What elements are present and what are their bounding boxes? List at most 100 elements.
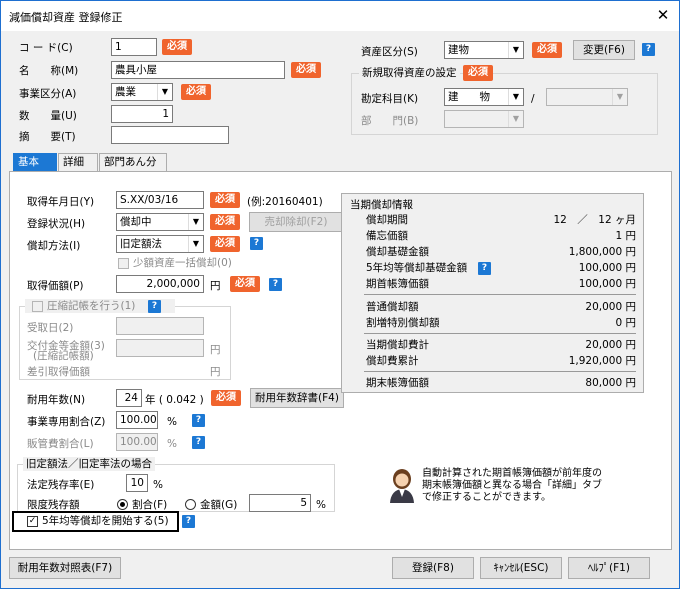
five-year-checkbox[interactable]: ✓ — [27, 516, 38, 527]
compression-label: 圧縮記帳を行う(1) — [47, 300, 136, 312]
code-label: コ ー ド(C) — [19, 42, 73, 54]
ratio-radio[interactable] — [117, 499, 128, 510]
info-row-value: 20,000 円 — [585, 339, 636, 351]
yen-unit: 円 — [210, 280, 221, 292]
useful-life-table-button[interactable]: 耐用年数対照表(F7) — [9, 557, 121, 579]
help-icon[interactable]: ? — [192, 436, 205, 449]
title-bar: 減価償却資産 登録修正 ✕ — [1, 1, 679, 31]
registration-status-select[interactable]: 償却中 ▼ — [116, 213, 204, 231]
admin-ratio-input[interactable]: 100.00 — [116, 433, 158, 451]
business-ratio-input[interactable]: 100.00 — [116, 411, 158, 429]
info-row-label: 割増特別償却額 — [366, 317, 440, 329]
help-icon[interactable]: ? — [269, 278, 282, 291]
info-row: 期首帳簿価額 100,000 円 — [366, 277, 636, 292]
department-label: 部 門(B) — [361, 115, 419, 127]
legal-residual-label: 法定残存率(E) — [27, 479, 95, 491]
compression-checkbox[interactable] — [32, 301, 43, 312]
info-row-value: 100,000 円 — [578, 278, 636, 290]
amount-radio[interactable] — [185, 499, 196, 510]
register-button[interactable]: 登録(F8) — [392, 557, 474, 579]
required-badge: 必須 — [162, 39, 192, 55]
close-icon[interactable]: ✕ — [653, 4, 673, 26]
help-icon[interactable]: ? — [478, 262, 491, 275]
info-row-value: 100,000 円 — [578, 262, 636, 274]
received-date-label: 受取日(2) — [27, 322, 74, 334]
info-row-label: 5年均等償却基礎金額 — [366, 262, 468, 274]
old-method-title: 旧定額法／旧定率法の場合 — [23, 457, 155, 471]
yen-unit: 円 — [210, 344, 221, 356]
help-icon[interactable]: ? — [192, 414, 205, 427]
registration-status-value: 償却中 — [120, 216, 152, 228]
received-date-input[interactable] — [116, 317, 204, 335]
business-select[interactable]: 農業 ▼ — [111, 83, 173, 101]
tab-detail[interactable]: 詳細 — [58, 153, 98, 172]
required-badge: 必須 — [211, 390, 241, 406]
percent-unit: % — [316, 499, 326, 511]
account-sub-select[interactable]: ▼ — [546, 88, 628, 106]
business-value: 農業 — [115, 86, 136, 98]
registration-status-label: 登録状況(H) — [27, 218, 86, 230]
account-select[interactable]: 建 物 ▼ — [444, 88, 524, 106]
sell-remove-button[interactable]: 売却除却(F2) — [249, 212, 343, 232]
quantity-input[interactable]: 1 — [111, 105, 173, 123]
admin-ratio-label: 販管費割合(L) — [27, 438, 94, 450]
help-button[interactable]: ﾍﾙﾌﾟ(F1) — [568, 557, 650, 579]
required-badge: 必須 — [532, 42, 562, 58]
required-badge: 必須 — [210, 236, 240, 252]
account-separator: / — [531, 93, 535, 105]
current-depreciation-info: 当期償却情報 償却期間 12 ／ 12 ヶ月 備忘価額 1 円 償却基礎金額 1,80… — [341, 193, 644, 393]
grant-amount-input[interactable] — [116, 339, 204, 357]
amount-option-label: 金額(G) — [200, 499, 238, 511]
info-row-label: 期首帳簿価額 — [366, 278, 429, 290]
change-button[interactable]: 変更(F6) — [573, 40, 635, 60]
divider — [364, 333, 636, 334]
help-icon[interactable]: ? — [642, 43, 655, 56]
help-icon[interactable]: ? — [148, 300, 161, 313]
info-row: 割増特別償却額 0 円 — [366, 316, 636, 331]
percent-unit: % — [153, 479, 163, 491]
acquisition-price-input[interactable]: 2,000,000 — [116, 275, 204, 293]
name-input[interactable]: 農具小屋 — [111, 61, 285, 79]
cancel-button[interactable]: ｷｬﾝｾﾙ(ESC) — [480, 557, 562, 579]
acquisition-date-input[interactable]: S.XX/03/16 — [116, 191, 204, 209]
help-icon[interactable]: ? — [182, 515, 195, 528]
info-row-label: 備忘価額 — [366, 230, 408, 242]
acquisition-date-label: 取得年月日(Y) — [27, 196, 95, 208]
info-row: 償却基礎金額 1,800,000 円 — [366, 245, 636, 260]
code-input[interactable]: 1 — [111, 38, 157, 56]
required-badge: 必須 — [210, 214, 240, 230]
info-row-label: 償却基礎金額 — [366, 246, 429, 258]
chevron-down-icon: ▼ — [508, 89, 523, 105]
divider — [364, 294, 636, 295]
info-row-label: 償却期間 — [366, 214, 408, 226]
info-row-value: 20,000 円 — [585, 301, 636, 313]
account-label: 勘定科目(K) — [361, 93, 419, 105]
info-row-value: 1,800,000 円 — [568, 246, 636, 258]
summary-input[interactable] — [111, 126, 229, 144]
business-ratio-label: 事業専用割合(Z) — [27, 416, 106, 428]
useful-life-input[interactable]: 24 — [116, 389, 142, 407]
window-title: 減価償却資産 登録修正 — [9, 11, 123, 24]
asset-class-select[interactable]: 建物 ▼ — [444, 41, 524, 59]
info-row: 償却期間 12 ／ 12 ヶ月 — [366, 213, 636, 228]
tab-department-allocation[interactable]: 部門あん分 — [99, 153, 167, 172]
new-setting-title: 新規取得資産の設定 — [359, 66, 460, 80]
summary-label: 摘 要(T) — [19, 131, 76, 143]
yen-unit: 円 — [210, 366, 221, 378]
tab-basic[interactable]: 基本 — [13, 153, 57, 172]
chevron-down-icon: ▼ — [157, 84, 172, 100]
limit-residual-input[interactable]: 5 — [249, 494, 311, 512]
useful-life-dictionary-button[interactable]: 耐用年数辞書(F4) — [250, 388, 344, 408]
chevron-down-icon: ▼ — [508, 42, 523, 58]
info-row-value: 80,000 円 — [585, 377, 636, 389]
department-select[interactable]: ▼ — [444, 110, 524, 128]
legal-residual-input[interactable]: 10 — [126, 474, 148, 492]
useful-life-label: 耐用年数(N) — [27, 394, 86, 406]
percent-unit: % — [167, 438, 177, 450]
asset-class-value: 建物 — [448, 44, 469, 56]
help-icon[interactable]: ? — [250, 237, 263, 250]
small-asset-checkbox[interactable] — [118, 258, 129, 269]
info-row: 期末帳簿価額 80,000 円 — [366, 376, 636, 391]
asset-class-label: 資産区分(S) — [361, 46, 418, 58]
depreciation-method-select[interactable]: 旧定額法 ▼ — [116, 235, 204, 253]
